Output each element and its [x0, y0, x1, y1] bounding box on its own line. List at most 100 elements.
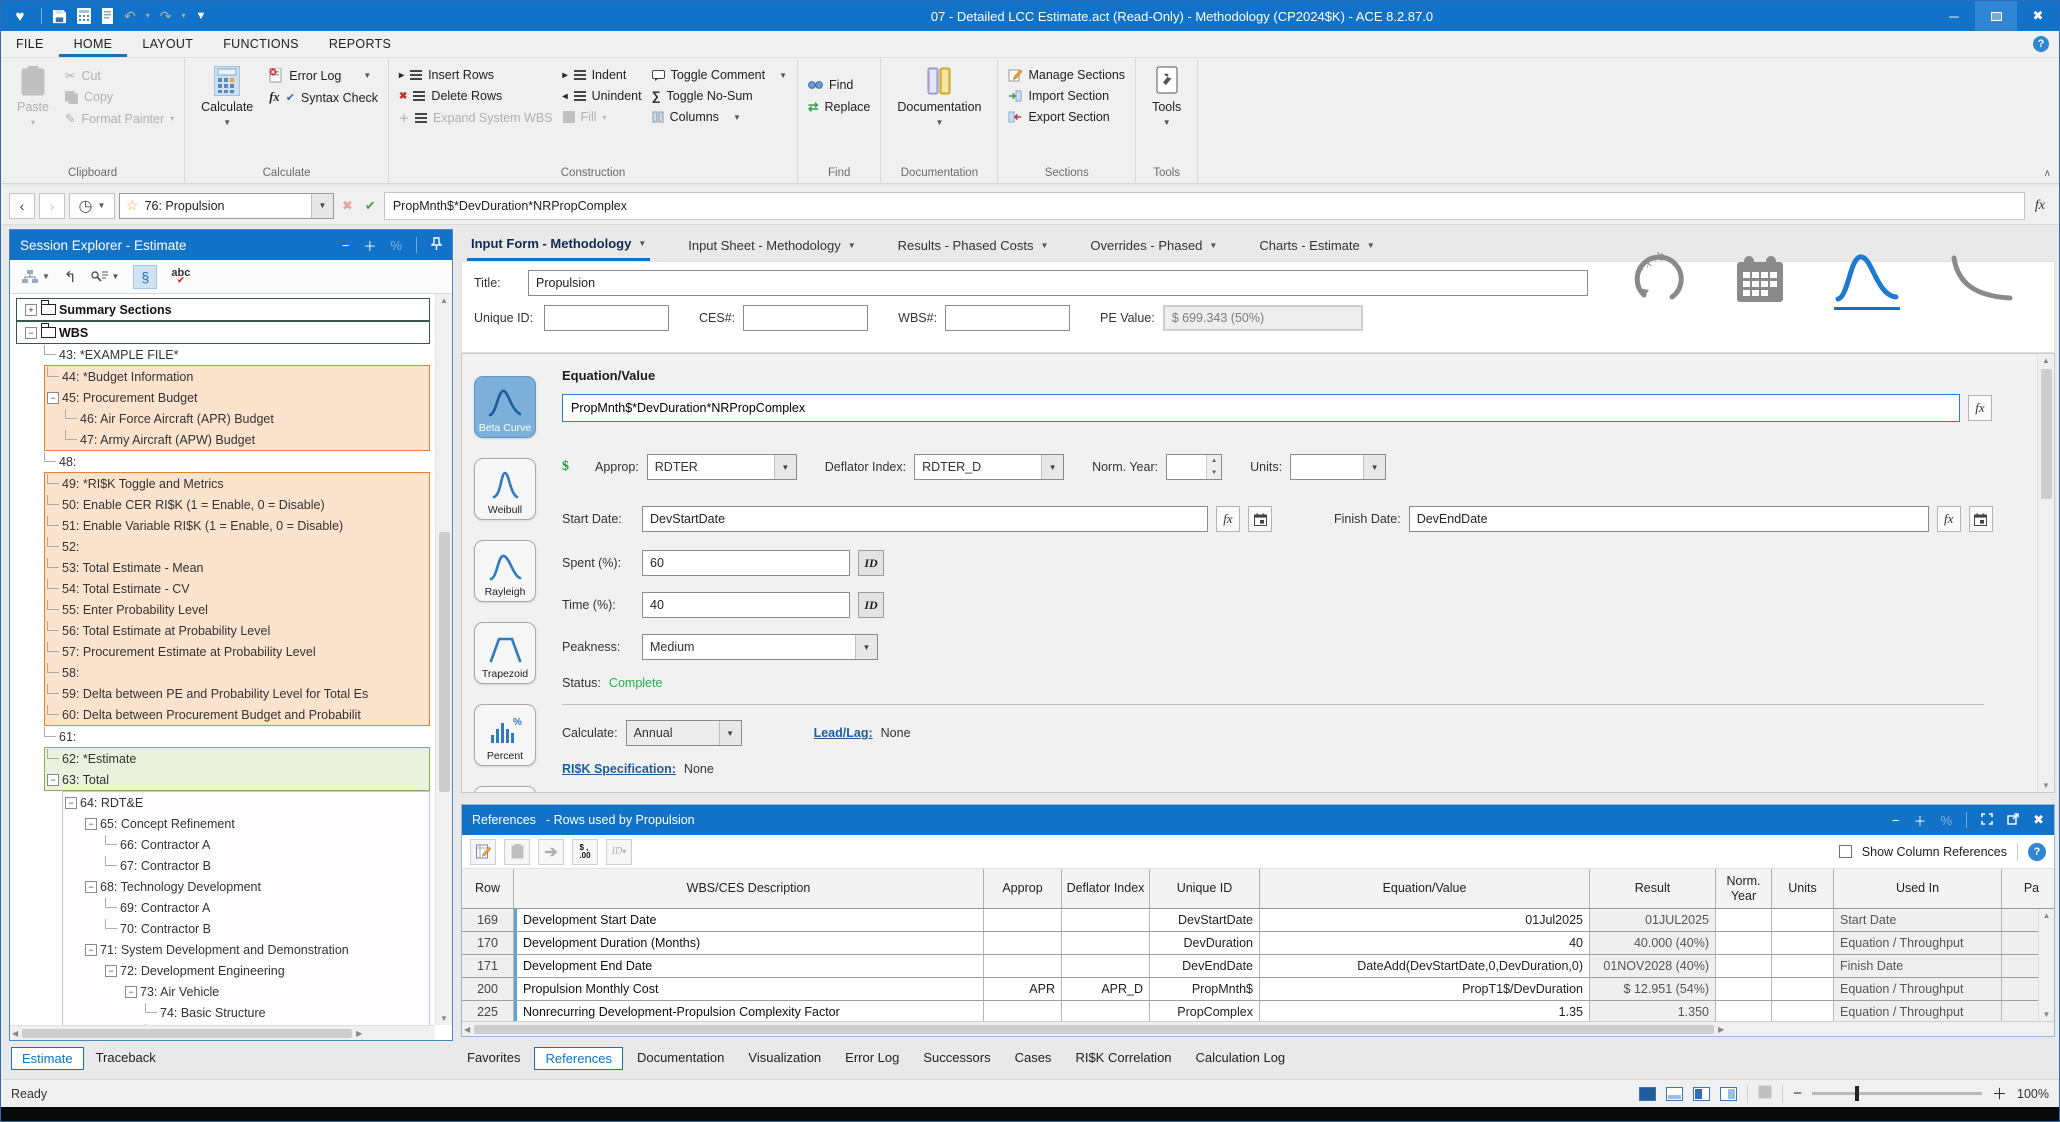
history-dropdown[interactable]: ◷▼ [69, 193, 115, 219]
lead-lag-link[interactable]: Lead/Lag: [814, 726, 873, 740]
tree-node[interactable]: 55: Enter Probability Level [45, 599, 429, 620]
tree-horizontal-scrollbar[interactable]: ◀▶ [10, 1025, 435, 1040]
close-button[interactable]: ✖ [2017, 1, 2059, 31]
columns-button[interactable]: Columns▼ [652, 110, 787, 124]
menu-layout[interactable]: LAYOUT [127, 31, 208, 57]
table-row[interactable]: 170Development Duration (Months)DevDurat… [462, 932, 2054, 955]
time-input[interactable] [642, 592, 850, 618]
tree-node[interactable]: 69: Contractor A [63, 897, 429, 918]
calculate-dropdown[interactable]: Annual▼ [626, 720, 742, 746]
tree-vertical-scrollbar[interactable]: ▲▼ [435, 294, 452, 1025]
help-icon[interactable]: ? [2028, 843, 2046, 861]
spell-check-icon[interactable]: abc✔ [171, 269, 190, 285]
menu-functions[interactable]: FUNCTIONS [208, 31, 314, 57]
tree-node[interactable]: 51: Enable Variable RI$K (1 = Enable, 0 … [45, 515, 429, 536]
risk-specification-link[interactable]: RI$K Specification: [562, 762, 676, 776]
replace-button[interactable]: ⇄Replace [808, 99, 870, 114]
column-header-units[interactable]: Units [1772, 869, 1834, 908]
bottom-tab-cases[interactable]: Cases [1005, 1047, 1062, 1070]
formula-input[interactable] [384, 192, 2025, 220]
time-id-button[interactable]: ID [858, 592, 884, 618]
tree-node[interactable]: 61: [16, 726, 450, 747]
go-to-parent-icon[interactable]: ↰ [64, 268, 77, 286]
help-icon[interactable]: ? [2033, 36, 2049, 52]
fx-icon[interactable]: fx [2029, 198, 2051, 214]
start-date-input[interactable] [642, 506, 1208, 532]
zoom-out-icon[interactable]: − [1793, 1085, 1802, 1102]
table-horizontal-scrollbar[interactable]: ◀▶ [462, 1021, 2054, 1036]
menu-reports[interactable]: REPORTS [314, 31, 406, 57]
tab-input-sheet-methodology[interactable]: Input Sheet - Methodology▼ [684, 229, 859, 261]
equation-fx-icon[interactable]: fx [1968, 395, 1992, 421]
layout-full-icon[interactable] [1639, 1087, 1656, 1101]
collapse-icon[interactable]: − [85, 818, 97, 830]
tools-button[interactable]: Tools▼ [1146, 64, 1187, 129]
wbs-input[interactable] [945, 305, 1070, 331]
column-header-equation-value[interactable]: Equation/Value [1260, 869, 1590, 908]
tree-node[interactable]: 47: Army Aircraft (APW) Budget [45, 429, 429, 450]
delete-rows-button[interactable]: ✖Delete Rows [399, 89, 553, 103]
tree-node[interactable]: 70: Contractor B [63, 918, 429, 939]
section-filter-icon[interactable]: § [133, 265, 157, 289]
tree-node[interactable]: 49: *RI$K Toggle and Metrics [45, 473, 429, 494]
expand-icon[interactable]: + [25, 304, 37, 316]
tree-node[interactable]: 62: *Estimate [45, 748, 429, 769]
panel-tab-estimate[interactable]: Estimate [11, 1047, 84, 1070]
tab-input-form-methodology[interactable]: Input Form - Methodology▼ [467, 229, 650, 261]
bottom-tab-successors[interactable]: Successors [913, 1047, 1000, 1070]
minimize-button[interactable]: ─ [1933, 1, 1975, 31]
tree-node[interactable]: 66: Contractor A [63, 834, 429, 855]
error-log-button[interactable]: Error Log▼ [269, 68, 378, 83]
syntax-check-button[interactable]: fx✔Syntax Check [269, 90, 378, 105]
indent-button[interactable]: ▸Indent [563, 68, 642, 82]
tree-node[interactable]: 56: Total Estimate at Probability Level [45, 620, 429, 641]
tree-node[interactable]: 74: Basic Structure [63, 1002, 429, 1023]
tree-node[interactable]: 58: [45, 662, 429, 683]
tab-charts-estimate[interactable]: Charts - Estimate▼ [1255, 229, 1378, 261]
expand-all-icon[interactable]: ＋ [363, 236, 376, 255]
pin-icon[interactable] [431, 237, 442, 254]
units-dropdown[interactable]: ▼ [1290, 454, 1386, 480]
tree-node[interactable]: 59: Delta between PE and Probability Lev… [45, 683, 429, 704]
currency-format-icon[interactable]: $ ,.00 [572, 839, 598, 865]
tree-node[interactable]: 53: Total Estimate - Mean [45, 557, 429, 578]
tree-node[interactable]: −72: Development Engineering [63, 960, 429, 981]
tree-node[interactable]: 50: Enable CER RI$K (1 = Enable, 0 = Dis… [45, 494, 429, 515]
form-vertical-scrollbar[interactable]: ▲▼ [2037, 354, 2054, 792]
expand-icon[interactable]: ＋ [1914, 811, 1927, 830]
curve-button-beta[interactable]: Beta Curve [474, 376, 536, 438]
deflator-dropdown[interactable]: RDTER_D▼ [914, 454, 1064, 480]
curve-button-trapezoid[interactable]: Trapezoid [474, 622, 536, 684]
start-date-fx-icon[interactable]: fx [1216, 506, 1240, 532]
spent-input[interactable] [642, 550, 850, 576]
table-vertical-scrollbar[interactable]: ▲▼ [2038, 909, 2054, 1021]
documentation-button[interactable]: Documentation▼ [891, 64, 987, 129]
bottom-tab-references[interactable]: References [534, 1047, 622, 1070]
spent-id-button[interactable]: ID [858, 550, 884, 576]
toggle-no-sum-button[interactable]: ∑Toggle No-Sum [652, 89, 787, 103]
collapse-icon[interactable]: − [85, 881, 97, 893]
tree-node[interactable]: 52: [45, 536, 429, 557]
table-row[interactable]: 225Nonrecurring Development-Propulsion C… [462, 1001, 2054, 1021]
bottom-tab-ri-k-correlation[interactable]: RI$K Correlation [1065, 1047, 1181, 1070]
popout-panel-icon[interactable] [2007, 813, 2019, 828]
bottom-tab-favorites[interactable]: Favorites [457, 1047, 530, 1070]
unindent-button[interactable]: ◂Unindent [563, 89, 642, 103]
table-row[interactable]: 169Development Start DateDevStartDate01J… [462, 909, 2054, 932]
column-header-result[interactable]: Result [1590, 869, 1716, 908]
layout-left-icon[interactable] [1693, 1087, 1710, 1101]
bottom-tab-error-log[interactable]: Error Log [835, 1047, 909, 1070]
import-section-button[interactable]: Import Section [1008, 89, 1125, 103]
find-button[interactable]: Find [808, 78, 870, 92]
equation-cer-icon[interactable]: a·x+b [1628, 248, 1686, 310]
tree-node[interactable]: 46: Air Force Aircraft (APR) Budget [45, 408, 429, 429]
tab-overrides-phased[interactable]: Overrides - Phased▼ [1086, 229, 1221, 261]
tree-node[interactable]: −63: Total [45, 769, 429, 790]
export-document-icon[interactable] [101, 8, 114, 24]
menu-file[interactable]: FILE [1, 31, 59, 57]
finish-date-calendar-icon[interactable] [1969, 506, 1993, 532]
layout-bottom-icon[interactable] [1666, 1087, 1683, 1101]
learning-curve-icon[interactable] [1948, 254, 2014, 310]
title-input[interactable] [528, 270, 1588, 296]
collapse-icon[interactable]: − [125, 986, 137, 998]
